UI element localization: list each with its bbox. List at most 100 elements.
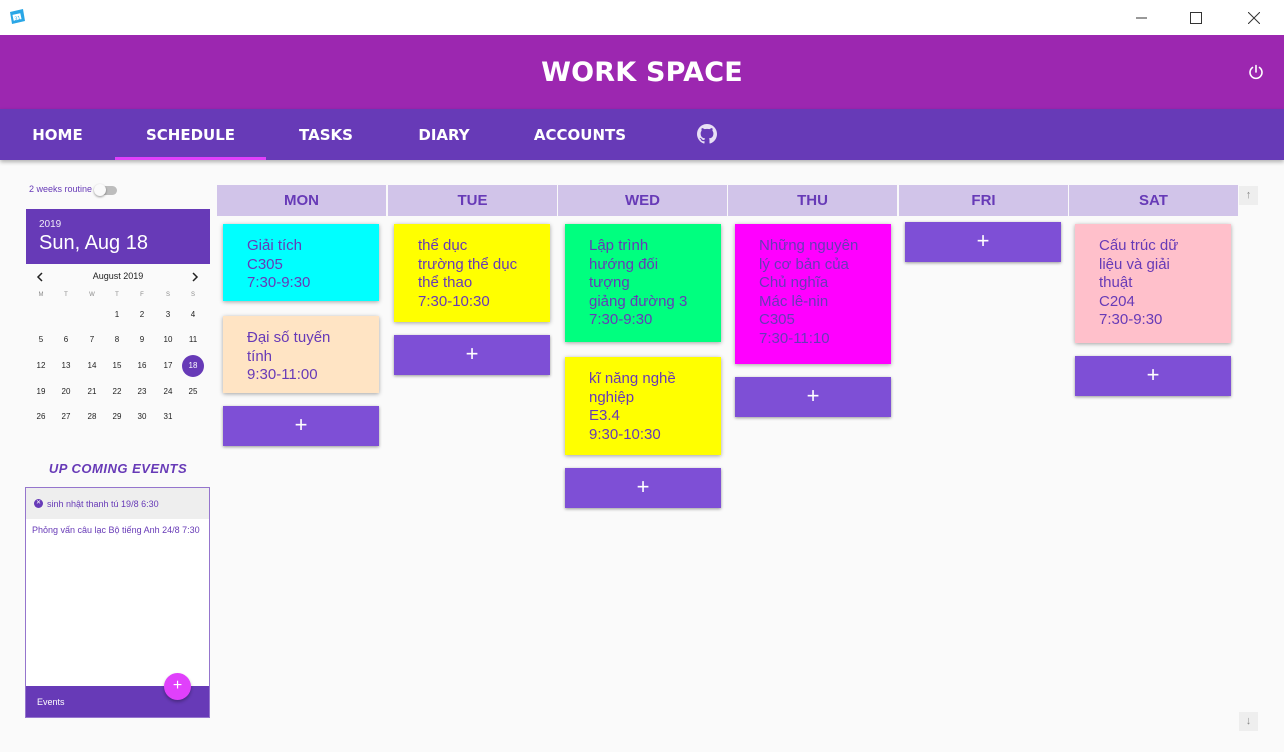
tab-label: HOME [32,125,83,144]
calendar-day[interactable]: 5 [30,329,52,351]
tab-diary[interactable]: DIARY [386,109,502,160]
calendar-day[interactable]: 15 [106,355,128,377]
calendar-day[interactable]: 9 [131,329,153,351]
upcoming-events-list: ✕ sinh nhật thanh tú 19/8 6:30 Phỏng vấn… [25,487,210,718]
event-label: sinh nhật thanh tú 19/8 6:30 [47,498,159,509]
calendar-day[interactable]: 18 [182,355,204,377]
calendar-day[interactable]: 20 [55,381,77,403]
schedule-card[interactable]: Giải tích C305 7:30-9:30 [223,224,379,301]
add-card-button-wed[interactable]: + [565,468,721,508]
calendar-day[interactable]: 28 [81,406,103,428]
calendar-day[interactable]: 24 [157,381,179,403]
power-icon[interactable] [1247,63,1265,81]
day-header-thu: THU [728,185,897,216]
calendar-day[interactable]: 23 [131,381,153,403]
scroll-up-button[interactable]: ↑ [1239,186,1258,205]
calendar-day[interactable]: 14 [81,355,103,377]
close-icon [1248,11,1260,24]
calendar-day[interactable]: 31 [157,406,179,428]
app-header: WORK SPACE [0,35,1284,109]
maximize-icon [1190,11,1202,24]
event-item[interactable]: Phỏng vấn câu lạc Bộ tiếng Anh 24/8 7:30 [32,525,200,535]
calendar-day[interactable]: 27 [55,406,77,428]
calendar-day[interactable]: 25 [182,381,204,403]
calendar-day[interactable]: 1 [106,304,128,326]
schedule-card[interactable]: Cấu trúc dữ liệu và giải thuật C204 7:30… [1075,224,1231,343]
calendar-day[interactable]: 10 [157,329,179,351]
schedule-card[interactable]: Đại số tuyến tính 9:30-11:00 [223,316,379,393]
add-event-button[interactable]: + [164,673,191,700]
calendar-day[interactable]: 30 [131,406,153,428]
app-calendar-icon: 31 [10,9,25,24]
tab-label: TASKS [299,125,353,144]
calendar-day[interactable]: 2 [131,304,153,326]
calendar-day[interactable]: 16 [131,355,153,377]
schedule-card[interactable]: thể dục trường thể dục thể thao 7:30-10:… [394,224,550,322]
add-card-button-tue[interactable]: + [394,335,550,375]
calendar-selected-date[interactable]: Sun, Aug 18 [39,232,197,255]
calendar-day[interactable]: 7 [81,329,103,351]
tab-label: ACCOUNTS [533,125,627,144]
maximize-button[interactable] [1173,0,1219,35]
weekday-label: S [190,292,195,298]
schedule-card[interactable]: kĩ năng nghề nghiệp E3.4 9:30-10:30 [565,357,721,455]
add-card-button-thu[interactable]: + [735,377,891,417]
scroll-down-button[interactable]: ↓ [1239,712,1258,731]
weekday-label: F [140,292,144,298]
tab-label: SCHEDULE [145,125,236,144]
weekday-label: T [64,292,68,298]
tab-label: DIARY [418,125,470,144]
main-nav: HOME SCHEDULE TASKS DIARY ACCOUNTS [0,109,1284,160]
day-header-wed: WED [558,185,727,216]
arrow-up-icon: ↑ [1245,189,1252,201]
chevron-right-icon[interactable] [191,272,199,282]
day-header-sat: SAT [1069,185,1238,216]
close-icon[interactable]: ✕ [34,499,43,508]
calendar-day[interactable]: 17 [157,355,179,377]
schedule-card[interactable]: Lập trình hướng đối tượng giảng đường 3 … [565,224,721,342]
weekday-label: M [38,292,44,298]
calendar-day[interactable]: 12 [30,355,52,377]
arrow-down-icon: ↓ [1245,715,1252,727]
calendar-day[interactable]: 22 [106,381,128,403]
active-tab-indicator [115,157,266,160]
window-titlebar: 31 [0,0,1284,35]
routine-toggle[interactable] [94,184,117,196]
weekday-label: T [115,292,119,298]
tab-home[interactable]: HOME [0,109,115,160]
minimize-button[interactable] [1119,0,1165,35]
calendar-day[interactable]: 8 [106,329,128,351]
weekday-label: W [89,292,95,298]
calendar-day[interactable]: 19 [30,381,52,403]
weekday-label: S [165,292,170,298]
day-header-tue: TUE [388,185,557,216]
add-card-button-mon[interactable]: + [223,406,379,446]
add-card-button-sat[interactable]: + [1075,356,1231,396]
calendar-year[interactable]: 2019 [39,219,197,230]
day-header-fri: FRI [899,185,1068,216]
tab-accounts[interactable]: ACCOUNTS [502,109,658,160]
calendar-day[interactable]: 29 [106,406,128,428]
calendar-day[interactable]: 6 [55,329,77,351]
calendar-day[interactable]: 26 [30,406,52,428]
close-button[interactable] [1231,0,1277,35]
events-footer-label: Events [37,697,65,707]
calendar-day[interactable]: 3 [157,304,179,326]
calendar-grid: August 2019 M T W T F S S 1 2 3 4 5 6 7 8 9 10 11 12 13 14 15… [26,264,210,434]
calendar-day[interactable]: 4 [182,304,204,326]
calendar-day[interactable]: 13 [55,355,77,377]
day-header-mon: MON [217,185,386,216]
upcoming-events-title: UP COMING EVENTS [48,461,188,476]
calendar-month-label: August 2019 [92,271,144,281]
app-title: WORK SPACE [541,56,743,88]
tab-schedule[interactable]: SCHEDULE [115,109,266,160]
calendar-day[interactable]: 21 [81,381,103,403]
add-card-button-fri[interactable]: + [905,222,1061,262]
tab-tasks[interactable]: TASKS [266,109,386,160]
github-icon[interactable] [697,124,717,144]
minimize-icon [1136,17,1147,18]
routine-label: 2 weeks routine [29,184,93,194]
calendar-day[interactable]: 11 [182,329,204,351]
event-item[interactable]: ✕ sinh nhật thanh tú 19/8 6:30 [26,488,209,519]
schedule-card[interactable]: Những nguyên lý cơ bản của Chủ nghĩa Mác… [735,224,891,364]
